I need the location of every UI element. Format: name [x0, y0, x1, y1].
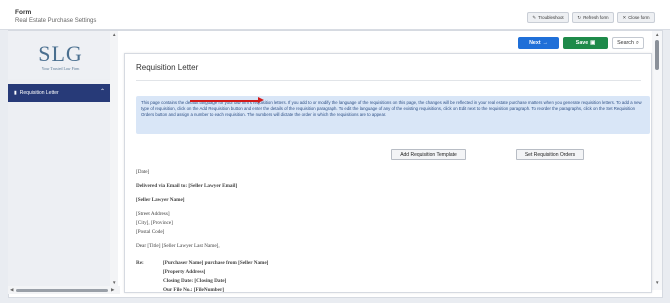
refresh-icon: ↻ — [577, 14, 582, 20]
letter-delivered-via: Delivered via Email to: [Seller Lawyer E… — [136, 183, 238, 189]
annotation-arrow-line — [190, 100, 260, 102]
logo-tagline: Your Trusted Law Firm — [41, 66, 80, 71]
close-icon: ✕ — [622, 14, 627, 20]
card-title: Requisition Letter — [136, 63, 199, 72]
scroll-left-icon[interactable]: ◀ — [10, 287, 13, 293]
letter-date: [Date] — [136, 169, 150, 175]
letter-re-label: Re: — [136, 260, 144, 266]
page-subtitle: Real Estate Purchase Settings — [15, 18, 97, 24]
refresh-form-button[interactable]: ↻ Refresh form — [572, 12, 614, 23]
next-label: Next — [529, 40, 541, 46]
sidebar-horizontal-scrollbar[interactable]: ◀ ▶ — [8, 286, 120, 294]
sidebar-item-label: Requisition Letter — [19, 90, 59, 96]
troubleshoot-button[interactable]: ✎ Troubleshoot — [527, 12, 569, 23]
arrow-right-icon: → — [542, 40, 548, 46]
close-form-label: Close form — [628, 15, 650, 20]
save-label: Save — [575, 40, 589, 46]
search-button[interactable]: Search ⌕ — [612, 37, 644, 49]
letter-seller-lawyer-name: [Seller Lawyer Name] — [136, 197, 185, 203]
sidebar-item-requisition-letter[interactable]: ▮ Requisition Letter ⌃ — [8, 84, 111, 102]
scroll-up-icon[interactable]: ▲ — [112, 32, 116, 37]
content-vertical-scrollbar[interactable]: ▲ ▼ — [652, 31, 662, 290]
letter-postal: [Postal Code] — [136, 229, 165, 235]
scroll-down-icon[interactable]: ▼ — [655, 280, 659, 285]
page-title: Form — [15, 9, 32, 16]
vertical-scroll-thumb[interactable] — [655, 40, 659, 70]
floppy-disk-icon: ▣ — [590, 40, 596, 46]
divider — [136, 80, 641, 81]
letter-greeting: Dear [Title] [Seller Lawyer Last Name], — [136, 243, 220, 249]
firm-logo: SLG Your Trusted Law Firm — [8, 31, 113, 79]
chevron-up-icon[interactable]: ⌃ — [100, 88, 105, 95]
requisition-letter-card: Requisition Letter This page contains th… — [124, 53, 652, 293]
letter-street: [Street Address] — [136, 211, 170, 217]
info-alert: This page contains the default language … — [136, 96, 650, 134]
save-button[interactable]: Save ▣ — [563, 37, 608, 49]
troubleshoot-label: Troubleshoot — [538, 15, 564, 20]
letter-re-line: Our File No.: [FileNumber] — [163, 287, 224, 293]
logo-text: SLG — [38, 41, 83, 66]
scroll-right-icon[interactable]: ▶ — [111, 287, 114, 293]
scroll-down-icon[interactable]: ▼ — [112, 280, 116, 285]
set-requisition-orders-button[interactable]: Set Requisition Orders — [516, 149, 584, 160]
add-requisition-template-button[interactable]: Add Requisition Template — [391, 149, 466, 160]
annotation-arrow-head — [258, 97, 264, 103]
letter-re-line: Closing Date: [Closing Date] — [163, 278, 227, 284]
top-bar: Form Real Estate Purchase Settings ✎ Tro… — [0, 0, 670, 30]
letter-re-line: [Property Address] — [163, 269, 206, 275]
search-label: Search — [617, 40, 634, 46]
horizontal-scroll-thumb[interactable] — [16, 289, 108, 292]
search-icon: ⌕ — [635, 39, 639, 46]
scroll-up-icon[interactable]: ▲ — [655, 32, 659, 37]
letter-city: [City], [Province] — [136, 220, 173, 226]
refresh-form-label: Refresh form — [583, 15, 609, 20]
wrench-icon: ✎ — [532, 14, 537, 20]
sidebar: SLG Your Trusted Law Firm ▮ Requisition … — [8, 31, 113, 290]
close-form-button[interactable]: ✕ Close form — [617, 12, 655, 23]
next-button[interactable]: Next → — [518, 37, 559, 49]
sidebar-vertical-scrollbar[interactable]: ▲ ▼ — [110, 31, 118, 290]
document-icon: ▮ — [14, 90, 17, 96]
letter-re-line: [Purchaser Name] purchase from [Seller N… — [163, 260, 269, 266]
